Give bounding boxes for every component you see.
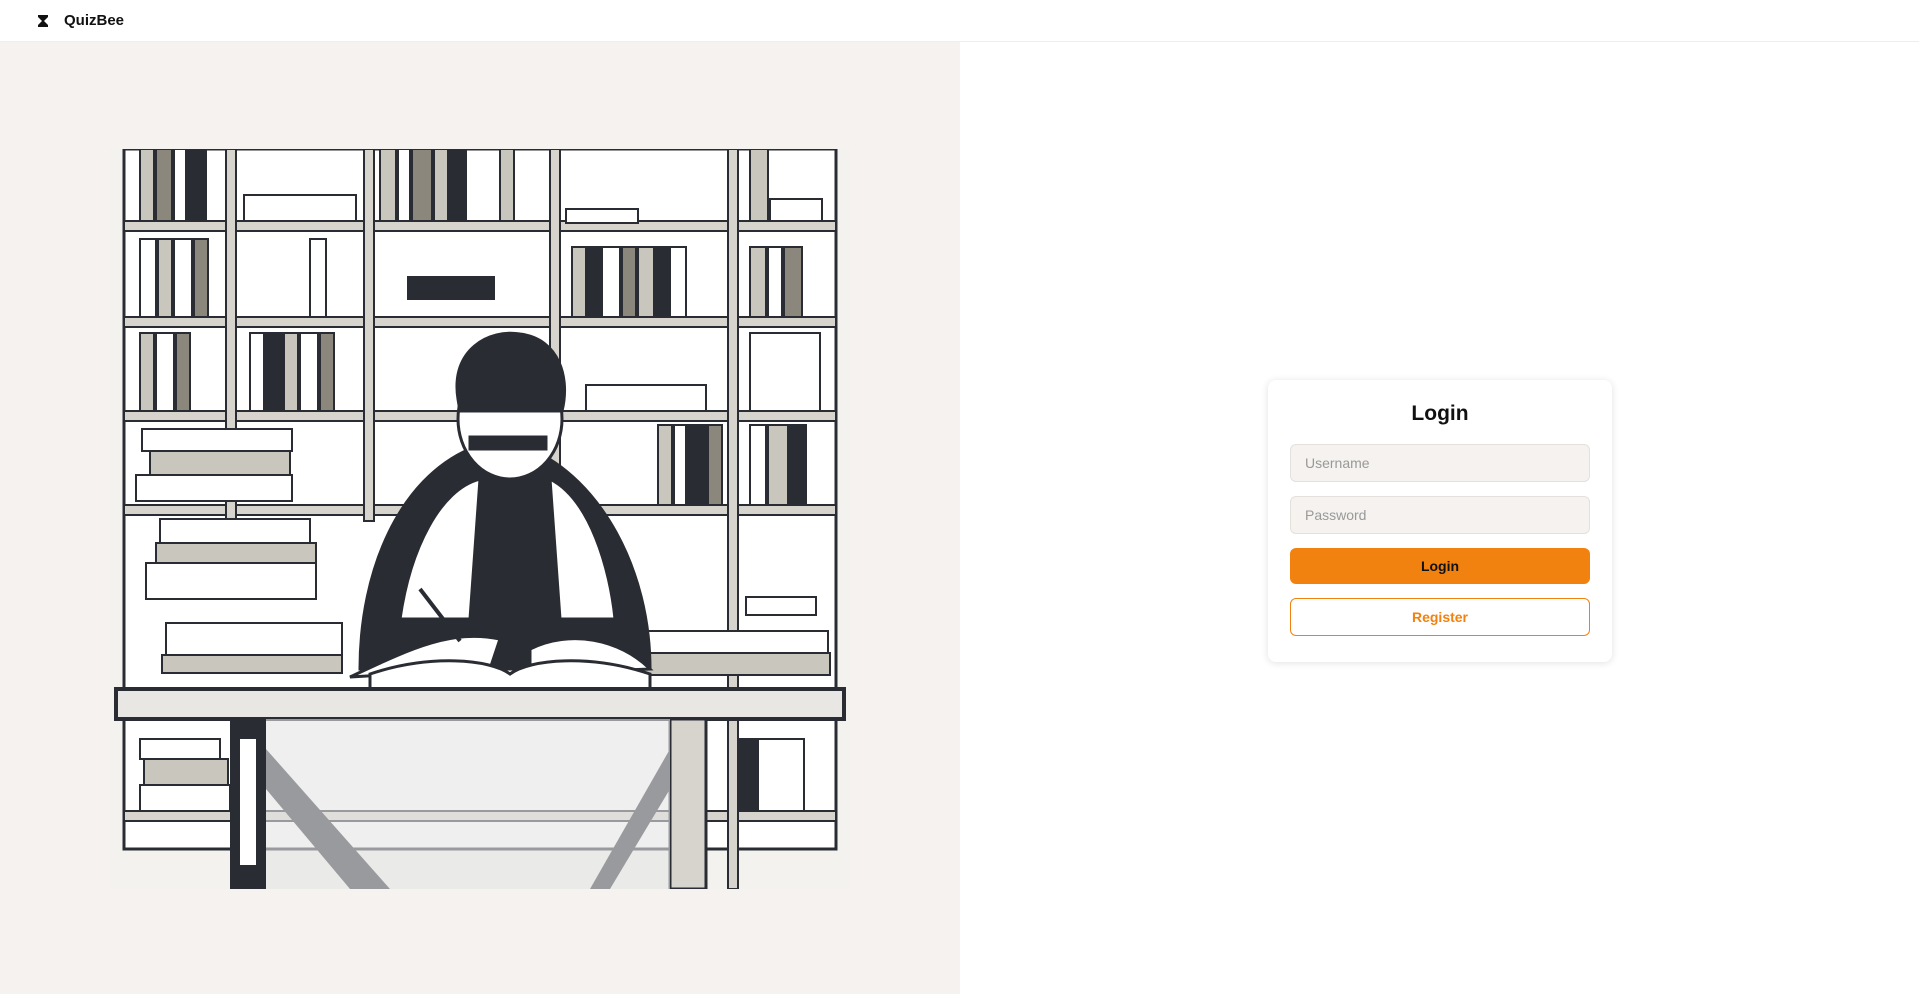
illustration-panel: [0, 42, 960, 994]
username-input[interactable]: [1290, 444, 1590, 482]
login-panel: Login Login Register: [960, 42, 1919, 994]
password-input[interactable]: [1290, 496, 1590, 534]
hourglass-icon[interactable]: [36, 14, 50, 28]
login-button[interactable]: Login: [1290, 548, 1590, 584]
login-card: Login Login Register: [1268, 380, 1612, 662]
study-illustration: [110, 149, 850, 889]
login-title: Login: [1411, 402, 1469, 425]
top-navbar: QuizBee: [0, 0, 1919, 42]
brand-name[interactable]: QuizBee: [64, 12, 124, 29]
register-button[interactable]: Register: [1290, 598, 1590, 636]
